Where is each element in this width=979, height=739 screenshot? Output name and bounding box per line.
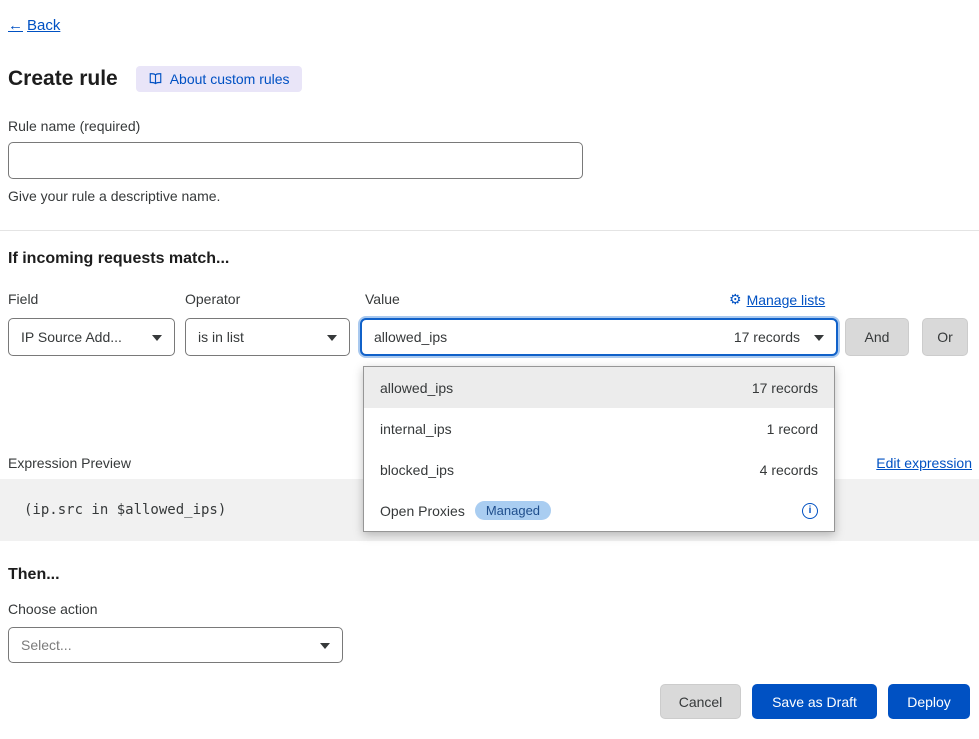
save-as-draft-button[interactable]: Save as Draft — [752, 684, 877, 719]
field-select-value: IP Source Add... — [21, 329, 122, 345]
rule-name-help: Give your rule a descriptive name. — [8, 188, 220, 204]
value-label: Value — [365, 291, 400, 307]
field-select[interactable]: IP Source Add... — [8, 318, 175, 356]
action-select-placeholder: Select... — [21, 637, 72, 653]
about-custom-rules-link[interactable]: About custom rules — [136, 66, 302, 92]
then-section-title: Then... — [8, 566, 60, 584]
list-item-allowed-ips[interactable]: allowed_ips 17 records — [364, 367, 834, 408]
title-row: Create rule About custom rules — [8, 66, 302, 92]
or-button[interactable]: Or — [922, 318, 968, 356]
value-select-meta: 17 records — [734, 329, 800, 345]
value-select-value: allowed_ips — [374, 329, 447, 345]
edit-expression-link[interactable]: Edit expression — [876, 455, 972, 471]
list-count: 1 record — [767, 421, 818, 437]
action-select[interactable]: Select... — [8, 627, 343, 663]
list-name: Open Proxies — [380, 503, 465, 519]
chevron-down-icon — [814, 335, 824, 341]
back-link[interactable]: ← Back — [8, 17, 60, 34]
choose-action-label: Choose action — [8, 601, 98, 617]
value-dropdown-panel: allowed_ips 17 records internal_ips 1 re… — [363, 366, 835, 532]
info-icon[interactable]: i — [802, 503, 818, 519]
expression-code: (ip.src in $allowed_ips) — [24, 502, 226, 518]
page-title: Create rule — [8, 67, 118, 91]
operator-select[interactable]: is in list — [185, 318, 350, 356]
section-divider — [0, 230, 979, 231]
operator-select-value: is in list — [198, 329, 244, 345]
about-custom-rules-label: About custom rules — [170, 71, 290, 87]
list-item-open-proxies[interactable]: Open Proxies Managed i — [364, 490, 834, 531]
manage-lists-link[interactable]: ⚙ Manage lists — [729, 291, 825, 308]
cancel-button[interactable]: Cancel — [660, 684, 741, 719]
chevron-down-icon — [320, 643, 330, 649]
back-label: Back — [27, 17, 60, 34]
chevron-down-icon — [327, 335, 337, 341]
list-count: 4 records — [760, 462, 818, 478]
deploy-button[interactable]: Deploy — [888, 684, 970, 719]
rule-name-input[interactable] — [8, 142, 583, 179]
arrow-left-icon: ← — [8, 17, 23, 34]
list-name: allowed_ips — [380, 380, 453, 396]
expression-preview-label: Expression Preview — [8, 455, 131, 471]
list-name: blocked_ips — [380, 462, 454, 478]
value-select[interactable]: allowed_ips 17 records — [360, 318, 838, 356]
list-item-internal-ips[interactable]: internal_ips 1 record — [364, 408, 834, 449]
match-section-title: If incoming requests match... — [8, 250, 229, 268]
and-button[interactable]: And — [845, 318, 909, 356]
list-item-blocked-ips[interactable]: blocked_ips 4 records — [364, 449, 834, 490]
chevron-down-icon — [152, 335, 162, 341]
create-rule-page: ← Back Create rule About custom rules Ru… — [0, 0, 979, 739]
rule-name-label: Rule name (required) — [8, 118, 140, 134]
list-count: 17 records — [752, 380, 818, 396]
managed-badge: Managed — [475, 501, 551, 520]
manage-lists-label: Manage lists — [747, 292, 826, 308]
list-name: internal_ips — [380, 421, 452, 437]
gear-icon: ⚙ — [729, 291, 742, 308]
operator-label: Operator — [185, 291, 240, 307]
field-label: Field — [8, 291, 38, 307]
book-icon — [148, 72, 163, 86]
